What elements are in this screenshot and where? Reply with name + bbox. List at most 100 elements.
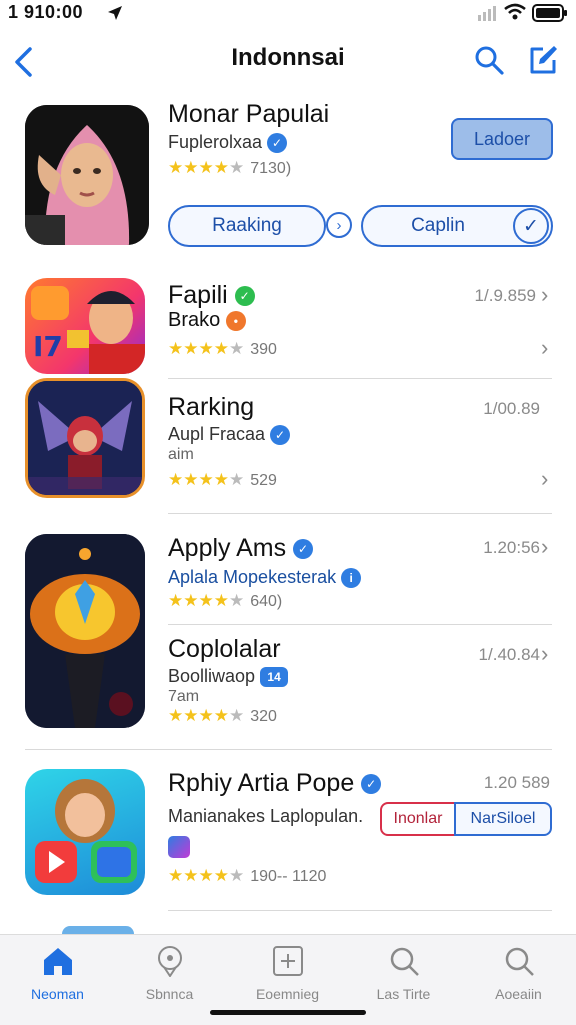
ranking-button[interactable]: Raaking <box>168 205 326 247</box>
app-icon-fapili[interactable]: I7 <box>25 278 145 374</box>
battery-icon <box>532 4 567 22</box>
app-title-text: Apply Ams <box>168 534 287 562</box>
star-rating-icon: ★★★★★ <box>168 706 245 725</box>
rating-count: 190-- 1120 <box>250 868 327 885</box>
tab-explore[interactable]: Sbnnca <box>112 945 227 1002</box>
app-subtitle: Aplala Mopekesterak i <box>168 567 362 589</box>
tab-label: Eoemnieg <box>255 986 320 1002</box>
star-rating-icon: ★★★★★ <box>168 591 245 610</box>
featured-app-title[interactable]: Monar Papulai <box>168 100 329 129</box>
checkmark-icon: ✓ <box>513 208 549 244</box>
age-badge-icon: 14 <box>260 667 289 688</box>
tab-search-recent[interactable]: Las Tirte <box>346 945 461 1002</box>
signal-icon <box>478 6 496 21</box>
search-icon <box>505 947 534 976</box>
app-subtitle-text: Aplala Mopekesterak <box>168 567 337 587</box>
next-app-icon-partial <box>62 926 134 934</box>
app-price: 1.20:56 <box>483 538 540 557</box>
verified-badge-icon: ✓ <box>270 425 291 446</box>
app-price: 1.20 589 <box>483 773 550 792</box>
app-meta: aim <box>168 446 194 463</box>
app-badge-icon <box>168 836 190 858</box>
app-rating: ★★★★★ 390 <box>168 339 277 359</box>
star-rating-icon: ★★★★★ <box>168 470 245 489</box>
tab-label: Neoman <box>31 986 84 1002</box>
app-icon-rphiy[interactable] <box>25 769 145 895</box>
tab-label: Las Tirte <box>376 986 431 1002</box>
app-subtitle: Boolliwaop 14 <box>168 666 289 688</box>
app-subtitle-text: Aupl Fracaa <box>168 424 266 444</box>
status-bar: 1 910:00 <box>0 0 576 28</box>
hijab-portrait-image <box>25 105 149 245</box>
app-icon-rarking[interactable] <box>25 378 145 498</box>
app-subtitle: Brako • <box>168 309 246 332</box>
verified-badge-icon: ✓ <box>267 133 288 154</box>
tab-create[interactable]: Eoemnieg <box>230 945 345 1002</box>
rating-count: 640) <box>250 593 283 610</box>
search-icon[interactable] <box>474 45 504 75</box>
app-price: 1/.40.84 <box>478 645 540 664</box>
home-indicator <box>210 1010 366 1015</box>
featured-app-subtitle: Fuplerolxaa ✓ <box>168 132 288 154</box>
glowing-tower-image <box>25 534 145 728</box>
tab-home[interactable]: Neoman <box>0 945 115 1002</box>
rating-count: 7130) <box>250 160 292 177</box>
app-title[interactable]: Coplolalar <box>168 635 281 664</box>
verified-badge-icon: ✓ <box>234 286 255 307</box>
verified-badge-icon: ✓ <box>293 539 314 560</box>
app-title[interactable]: Apply Ams ✓ <box>168 534 314 563</box>
winged-hero-image <box>28 381 142 495</box>
chevron-right-icon[interactable]: › <box>541 335 548 361</box>
star-rating-icon: ★★★★★ <box>168 158 245 177</box>
divider <box>168 378 552 379</box>
app-price: 1/00.89 <box>483 399 540 418</box>
rating-count: 320 <box>250 708 277 725</box>
search-icon <box>390 947 419 976</box>
chevron-right-icon[interactable]: › <box>541 466 548 492</box>
divider <box>168 910 552 911</box>
app-subtitle: Aupl Fracaa ✓ <box>168 424 291 446</box>
install-button[interactable]: Inonlar <box>380 802 456 836</box>
status-time: 1 910:00 <box>8 2 84 22</box>
emoji-badge-icon: • <box>225 310 246 331</box>
app-rating: ★★★★★ 190-- 1120 <box>168 866 326 886</box>
cartoon-hero-image: I7 <box>31 286 145 374</box>
app-subtitle: Manianakes Laplopulan. <box>168 806 364 826</box>
chevron-right-icon[interactable]: › <box>541 534 548 560</box>
details-button[interactable]: NarSiloel <box>454 802 552 836</box>
verified-badge-icon: ✓ <box>361 774 382 795</box>
app-title[interactable]: Rphiy Artia Pope ✓ <box>168 769 382 798</box>
featured-app-rating: ★★★★★ 7130) <box>168 158 291 178</box>
app-rating: ★★★★★ 640) <box>168 591 282 611</box>
tab-search[interactable]: Aoeaiin <box>461 945 576 1002</box>
app-rating: ★★★★★ 320 <box>168 706 277 726</box>
compose-icon[interactable] <box>527 44 559 76</box>
app-title[interactable]: Rarking <box>168 393 254 422</box>
divider <box>168 624 552 625</box>
rating-count: 529 <box>250 472 277 489</box>
home-icon <box>43 948 72 975</box>
caption-button[interactable]: Caplin ✓ <box>361 205 553 247</box>
tab-label: Aoeaiin <box>495 986 542 1002</box>
app-subtitle-text: Boolliwaop <box>168 666 256 686</box>
app-subtitle-text: Brako <box>168 309 221 331</box>
app-rating: ★★★★★ 529 <box>168 470 277 490</box>
featured-app-icon[interactable] <box>25 105 149 245</box>
chevron-right-icon[interactable]: › <box>541 641 548 667</box>
star-rating-icon: ★★★★★ <box>168 339 245 358</box>
app-title-text: Fapili <box>168 281 228 309</box>
girl-with-apps-image <box>35 779 137 883</box>
get-button[interactable]: Ladoer <box>451 118 553 160</box>
caption-button-label: Caplin <box>411 215 465 236</box>
app-icon-apply-ams[interactable] <box>25 534 145 728</box>
app-title-text: Rphiy Artia Pope <box>168 769 355 797</box>
chevron-right-circle-icon[interactable]: › <box>326 212 352 238</box>
divider <box>168 513 552 514</box>
tab-label: Sbnnca <box>145 986 194 1002</box>
wifi-icon <box>504 3 526 20</box>
featured-app-developer: Fuplerolxaa <box>168 132 263 152</box>
pin-icon <box>157 946 182 978</box>
app-title[interactable]: Fapili ✓ <box>168 281 255 310</box>
chevron-right-icon[interactable]: › <box>541 282 548 308</box>
svg-text:I7: I7 <box>33 330 63 363</box>
